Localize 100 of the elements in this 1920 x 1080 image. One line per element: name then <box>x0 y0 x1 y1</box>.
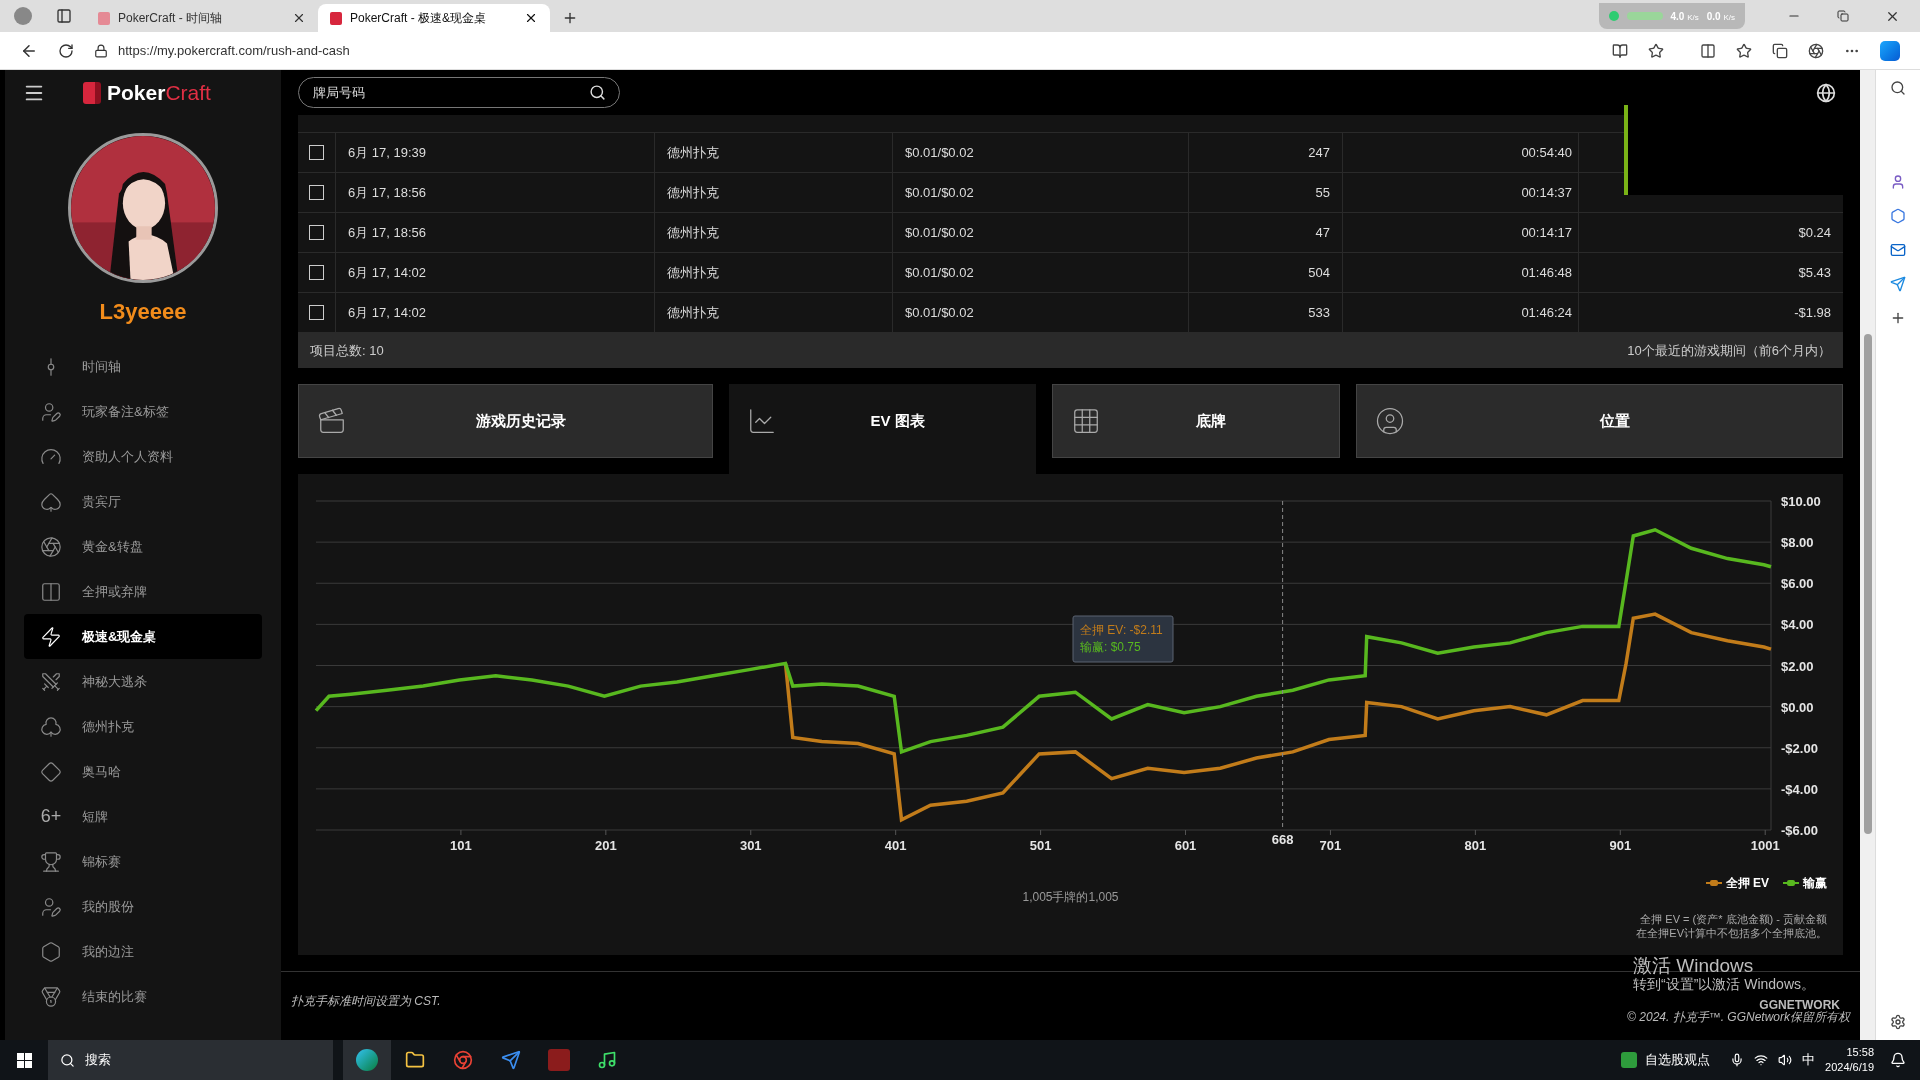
profile-icon[interactable] <box>14 7 32 25</box>
nav-item[interactable]: 玩家备注&标签 <box>24 389 262 434</box>
axis-label: 201 <box>595 838 617 853</box>
nav-item[interactable]: 全押或弃牌 <box>24 569 262 614</box>
table-cell-text: $0.01/$0.02 <box>905 183 974 202</box>
nav-item[interactable]: 资助人个人资料 <box>24 434 262 479</box>
row-checkbox[interactable] <box>309 225 324 240</box>
table-cell-text: 00:14:17 <box>1521 223 1572 242</box>
grid-icon <box>1071 406 1101 436</box>
logo-icon <box>83 81 101 104</box>
legend-item[interactable]: 输赢 <box>1783 874 1827 892</box>
table-cell-text: 6月 17, 19:39 <box>348 143 427 162</box>
scrollbar-thumb[interactable] <box>1863 334 1872 834</box>
axis-label: 601 <box>1174 838 1197 853</box>
axis-label: 668 <box>1271 832 1294 847</box>
nav-item[interactable]: 锦标赛 <box>24 839 262 884</box>
user-edit-icon <box>40 400 62 423</box>
table-cell-text: 55 <box>1315 183 1330 202</box>
ime-indicator[interactable]: 中 <box>1802 1050 1816 1070</box>
total-count: 项目总数: 10 <box>310 341 384 360</box>
browser-icon[interactable] <box>453 1050 473 1070</box>
volume-icon[interactable] <box>1778 1053 1793 1067</box>
username: L3yeeee <box>98 298 188 326</box>
nav-item[interactable]: 神秘大逃杀 <box>24 659 262 704</box>
reload-icon[interactable] <box>58 42 74 59</box>
edge-icon[interactable] <box>343 1040 391 1080</box>
close-icon[interactable] <box>524 11 538 25</box>
legend-line-icon <box>1705 879 1722 887</box>
row-checkbox[interactable] <box>309 265 324 280</box>
axis-label: 501 <box>1029 838 1052 853</box>
search-field[interactable]: 牌局号码 <box>298 77 620 108</box>
send-icon[interactable] <box>1890 276 1906 292</box>
taskbar-search[interactable]: 搜索 <box>48 1040 333 1080</box>
spade-icon <box>40 490 62 513</box>
nav-item[interactable]: 极速&现金桌 <box>24 614 262 659</box>
nav-item[interactable]: 时间轴 <box>24 344 262 389</box>
split-screen-icon[interactable] <box>1700 42 1716 59</box>
copilot-icon[interactable] <box>1880 40 1900 61</box>
hexagon-icon[interactable] <box>1890 208 1906 224</box>
extensions-icon[interactable] <box>1808 42 1824 59</box>
send-icon[interactable] <box>501 1050 521 1070</box>
nav-item[interactable]: 黄金&转盘 <box>24 524 262 569</box>
close-icon[interactable] <box>292 11 306 25</box>
legend-line-icon <box>1783 879 1799 887</box>
table-cell-text: $0.24 <box>1798 223 1831 242</box>
nav-item[interactable]: 我的边注 <box>24 929 262 974</box>
axis-label: 301 <box>739 838 762 853</box>
user-circle-icon <box>1375 406 1405 436</box>
diamond-icon <box>40 760 62 783</box>
browser-tab[interactable]: PokerCraft - 时间轴 <box>86 4 318 32</box>
network-icon[interactable] <box>1754 1053 1769 1067</box>
nav-item[interactable]: 德州扑克 <box>24 704 262 749</box>
nav-item[interactable]: 我的股份 <box>24 884 262 929</box>
table-summary: 10个最近的游戏期间（前6个月内） <box>1627 341 1831 360</box>
nav-item[interactable]: 奥马哈 <box>24 749 262 794</box>
trophy-icon <box>40 850 62 873</box>
lightning-icon <box>40 625 62 648</box>
search-icon[interactable] <box>589 84 606 101</box>
favorite-icon[interactable] <box>1648 42 1664 59</box>
url-text[interactable]: https://my.pokercraft.com/rush-and-cash <box>118 40 350 61</box>
table-cell-text: 00:54:40 <box>1521 143 1572 162</box>
settings-icon[interactable] <box>1890 1014 1906 1030</box>
nav-item[interactable]: 贵宾厅 <box>24 479 262 524</box>
clapperboard-icon <box>317 406 347 436</box>
row-checkbox[interactable] <box>309 145 324 160</box>
legend-item[interactable]: 全押 EV <box>1705 874 1769 892</box>
favorites-icon[interactable] <box>1736 42 1752 59</box>
music-icon[interactable] <box>597 1050 617 1070</box>
site-icon <box>330 11 342 25</box>
nav-item[interactable]: 结束的比赛 <box>24 974 262 1019</box>
search-icon[interactable] <box>1890 80 1906 96</box>
language-icon[interactable] <box>1816 82 1836 103</box>
microphone-icon[interactable] <box>1730 1053 1745 1067</box>
chart-note: 全押 EV = (资产* 底池金额) - 贡献金额 <box>1640 912 1827 926</box>
nav-item[interactable]: 6+ 短牌 <box>24 794 262 839</box>
collections-icon[interactable] <box>1772 42 1788 59</box>
browser-tab[interactable]: PokerCraft - 极速&现金桌 <box>318 4 550 32</box>
view-tab[interactable]: EV 图表 <box>729 384 1036 474</box>
chart-tooltip: 全押 EV: -$2.11 输赢: $0.75 <box>1072 615 1174 663</box>
notification-icon[interactable] <box>1890 1052 1906 1068</box>
view-tab[interactable]: 位置 <box>1356 384 1843 458</box>
axis-label: $2.00 <box>1781 658 1814 674</box>
new-tab-icon[interactable] <box>562 10 578 26</box>
restore-icon[interactable] <box>1837 10 1849 22</box>
axis-label: -$2.00 <box>1781 740 1818 756</box>
axis-label: 901 <box>1609 838 1632 853</box>
stock-widget[interactable]: 自选股观点 <box>1621 1050 1711 1070</box>
row-checkbox[interactable] <box>309 185 324 200</box>
row-checkbox[interactable] <box>309 305 324 320</box>
reader-icon[interactable] <box>1612 42 1628 59</box>
tab-actions-icon[interactable] <box>56 8 72 24</box>
table-cell-text: 6月 17, 18:56 <box>348 183 427 202</box>
mail-icon[interactable] <box>1890 242 1906 258</box>
folder-icon[interactable] <box>405 1050 425 1070</box>
add-icon[interactable] <box>1890 310 1906 326</box>
table-cell-text: $0.01/$0.02 <box>905 263 974 282</box>
axis-label: 701 <box>1319 838 1342 853</box>
view-tab[interactable]: 游戏历史记录 <box>298 384 713 458</box>
view-tab[interactable]: 底牌 <box>1052 384 1340 458</box>
user-icon[interactable] <box>1890 174 1906 190</box>
